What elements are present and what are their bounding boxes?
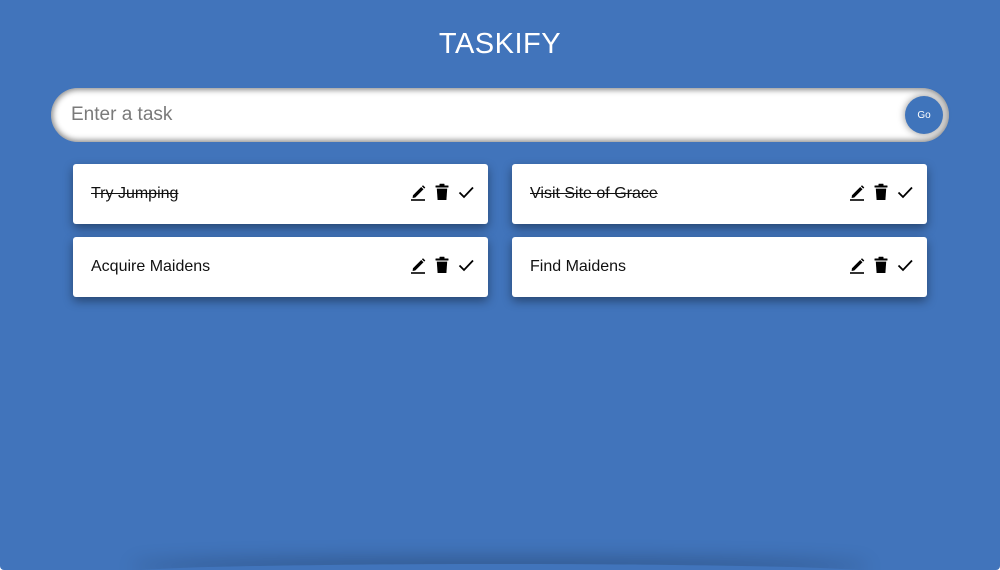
todo-card: Find Maidens: [512, 237, 927, 297]
todo-actions: [849, 183, 913, 201]
todo-card: Visit Site of Grace: [512, 164, 927, 224]
trash-icon[interactable]: [434, 256, 450, 274]
todo-actions: [849, 256, 913, 274]
task-input[interactable]: [51, 88, 949, 142]
todo-actions: [410, 183, 474, 201]
check-icon[interactable]: [458, 183, 474, 201]
check-icon[interactable]: [897, 256, 913, 274]
todo-list: Try Jumping Visit Site of Grace Acquire …: [73, 164, 927, 297]
todo-card: Acquire Maidens: [73, 237, 488, 297]
todo-card: Try Jumping: [73, 164, 488, 224]
todo-text: Acquire Maidens: [91, 258, 211, 275]
go-button[interactable]: Go: [905, 96, 943, 134]
trash-icon[interactable]: [873, 256, 889, 274]
check-icon[interactable]: [458, 256, 474, 274]
task-form: Go: [51, 88, 949, 142]
pencil-icon[interactable]: [410, 256, 426, 274]
pencil-icon[interactable]: [849, 183, 865, 201]
trash-icon[interactable]: [434, 183, 450, 201]
pencil-icon[interactable]: [849, 256, 865, 274]
trash-icon[interactable]: [873, 183, 889, 201]
todo-actions: [410, 256, 474, 274]
app-title: TASKIFY: [438, 28, 562, 60]
todo-text: Find Maidens: [530, 258, 627, 275]
bottom-shadow: [130, 564, 870, 570]
app-container: TASKIFY Go Try Jumping Visit Site of Gra…: [0, 0, 1000, 570]
check-icon[interactable]: [897, 183, 913, 201]
todo-text: Try Jumping: [91, 185, 179, 202]
pencil-icon[interactable]: [410, 183, 426, 201]
todo-text: Visit Site of Grace: [530, 185, 658, 202]
